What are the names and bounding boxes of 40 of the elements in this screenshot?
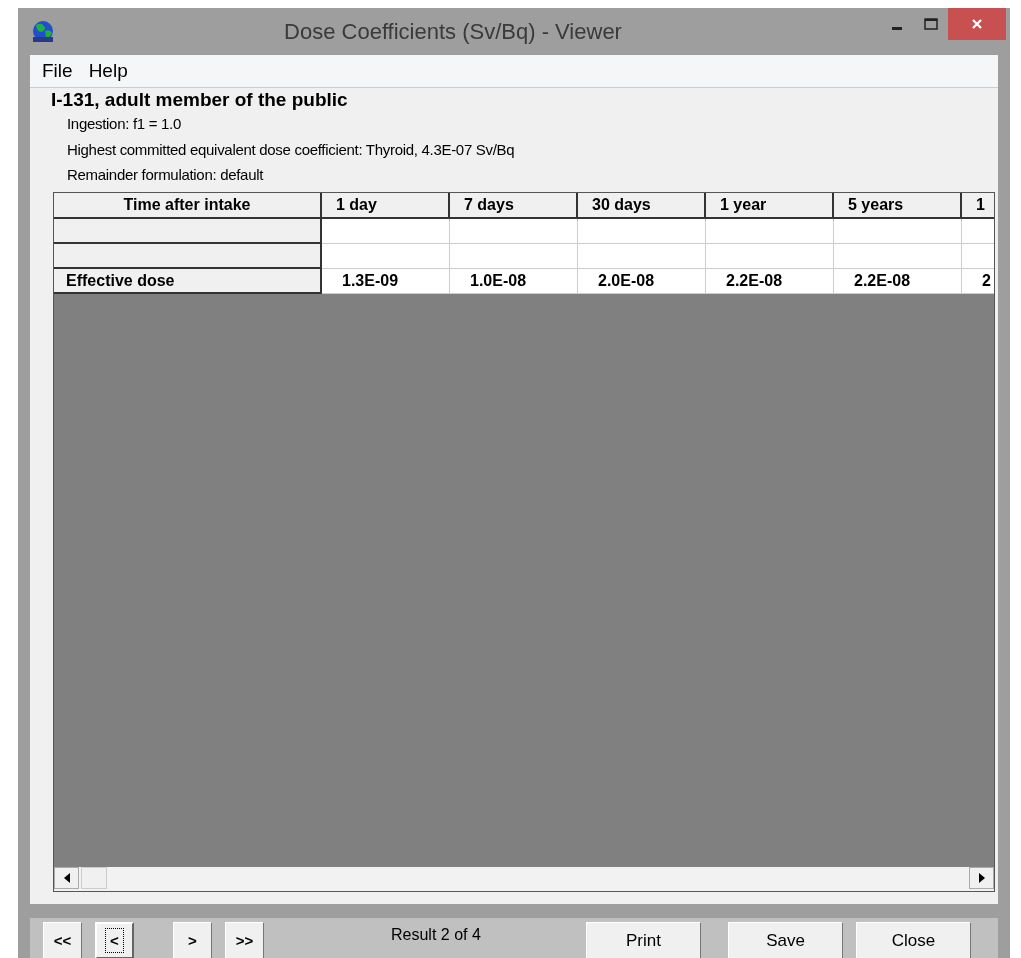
table-cell: 2.2E-08 xyxy=(834,268,962,294)
horizontal-scrollbar[interactable] xyxy=(54,866,994,891)
right-arrow-icon xyxy=(978,872,985,883)
scroll-right-button[interactable] xyxy=(969,866,994,889)
scroll-left-button[interactable] xyxy=(54,866,79,889)
nav-button[interactable]: << xyxy=(43,922,82,958)
info-text: Ingestion: f1 = 1.0 xyxy=(67,114,182,134)
column-header: 1 year xyxy=(706,192,834,219)
action-button[interactable]: Close xyxy=(856,922,971,958)
action-button[interactable]: Print xyxy=(586,922,701,958)
menu-item[interactable]: File xyxy=(34,60,81,82)
nav-button[interactable]: < xyxy=(95,922,134,958)
minimize-icon xyxy=(892,26,902,30)
column-header: 7 days xyxy=(450,192,578,219)
column-header: 5 years xyxy=(834,192,962,219)
table-cell: 1.0E-08 xyxy=(450,268,578,294)
result-status: Result 2 of 4 xyxy=(391,925,482,944)
left-arrow-icon xyxy=(63,872,70,883)
info-text: Remainder formulation: default xyxy=(67,165,265,185)
action-button[interactable]: Save xyxy=(728,922,843,958)
maximize-icon xyxy=(924,18,938,30)
column-header: Time after intake xyxy=(54,192,322,219)
row-label: Effective dose xyxy=(54,268,322,294)
menu-item[interactable]: Help xyxy=(80,60,136,82)
window-title: Dose Coefficients (Sv/Bq) - Viewer xyxy=(283,18,623,45)
info-text: Highest committed equivalent dose coefficient: Thyroid, 4.3E-07 Sv/Bq xyxy=(67,139,516,160)
table-cell: 2.0E-08 xyxy=(578,268,706,294)
table-cell: 1.3E-09 xyxy=(322,268,450,294)
table-cell: 2.2E-08 xyxy=(706,268,834,294)
nav-button[interactable]: >> xyxy=(225,922,264,958)
table-cell: 2 xyxy=(962,268,994,294)
column-header: 1 xyxy=(962,192,994,219)
nav-button[interactable]: > xyxy=(173,922,212,958)
scrollbar-thumb[interactable] xyxy=(81,866,107,889)
close-window-button[interactable] xyxy=(948,8,1006,40)
result-heading: I-131, adult member of the public xyxy=(51,89,349,111)
column-header: 30 days xyxy=(578,192,706,219)
column-header: 1 day xyxy=(322,192,450,219)
close-icon xyxy=(971,18,983,30)
globe-icon xyxy=(30,19,56,44)
